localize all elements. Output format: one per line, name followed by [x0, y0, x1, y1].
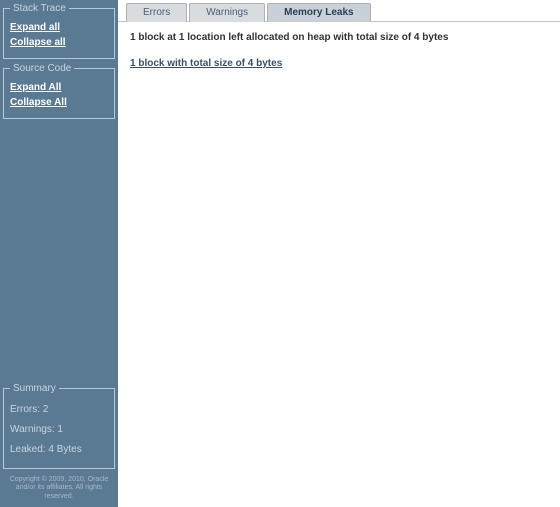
collapse-all-source-link[interactable]: Collapse All — [10, 95, 108, 110]
main-panel: Errors Warnings Memory Leaks 1 block at … — [118, 0, 560, 507]
stack-trace-legend: Stack Trace — [10, 3, 69, 14]
leak-detail-link[interactable]: 1 block with total size of 4 bytes — [130, 58, 282, 69]
tabbar: Errors Warnings Memory Leaks — [118, 0, 560, 22]
leak-summary-heading: 1 block at 1 location left allocated on … — [130, 32, 548, 43]
tab-memory-leaks[interactable]: Memory Leaks — [267, 3, 370, 22]
stack-trace-group: Stack Trace Expand all Collapse all — [3, 3, 115, 59]
source-code-legend: Source Code — [10, 63, 74, 74]
summary-errors: Errors: 2 — [10, 400, 108, 420]
summary-group: Summary Errors: 2 Warnings: 1 Leaked: 4 … — [3, 383, 115, 469]
copyright-text: Copyright © 2009, 2010, Oracle and/or it… — [3, 473, 115, 504]
expand-all-source-link[interactable]: Expand All — [10, 80, 108, 95]
summary-leaked: Leaked: 4 Bytes — [10, 440, 108, 460]
tab-warnings[interactable]: Warnings — [189, 3, 265, 22]
expand-all-stack-link[interactable]: Expand all — [10, 20, 108, 35]
sidebar-spacer — [3, 123, 115, 383]
source-code-group: Source Code Expand All Collapse All — [3, 63, 115, 119]
tab-errors[interactable]: Errors — [126, 3, 187, 22]
sidebar: Stack Trace Expand all Collapse all Sour… — [0, 0, 118, 507]
collapse-all-stack-link[interactable]: Collapse all — [10, 35, 108, 50]
summary-warnings: Warnings: 1 — [10, 420, 108, 440]
summary-legend: Summary — [10, 383, 59, 394]
content-area: 1 block at 1 location left allocated on … — [118, 22, 560, 81]
